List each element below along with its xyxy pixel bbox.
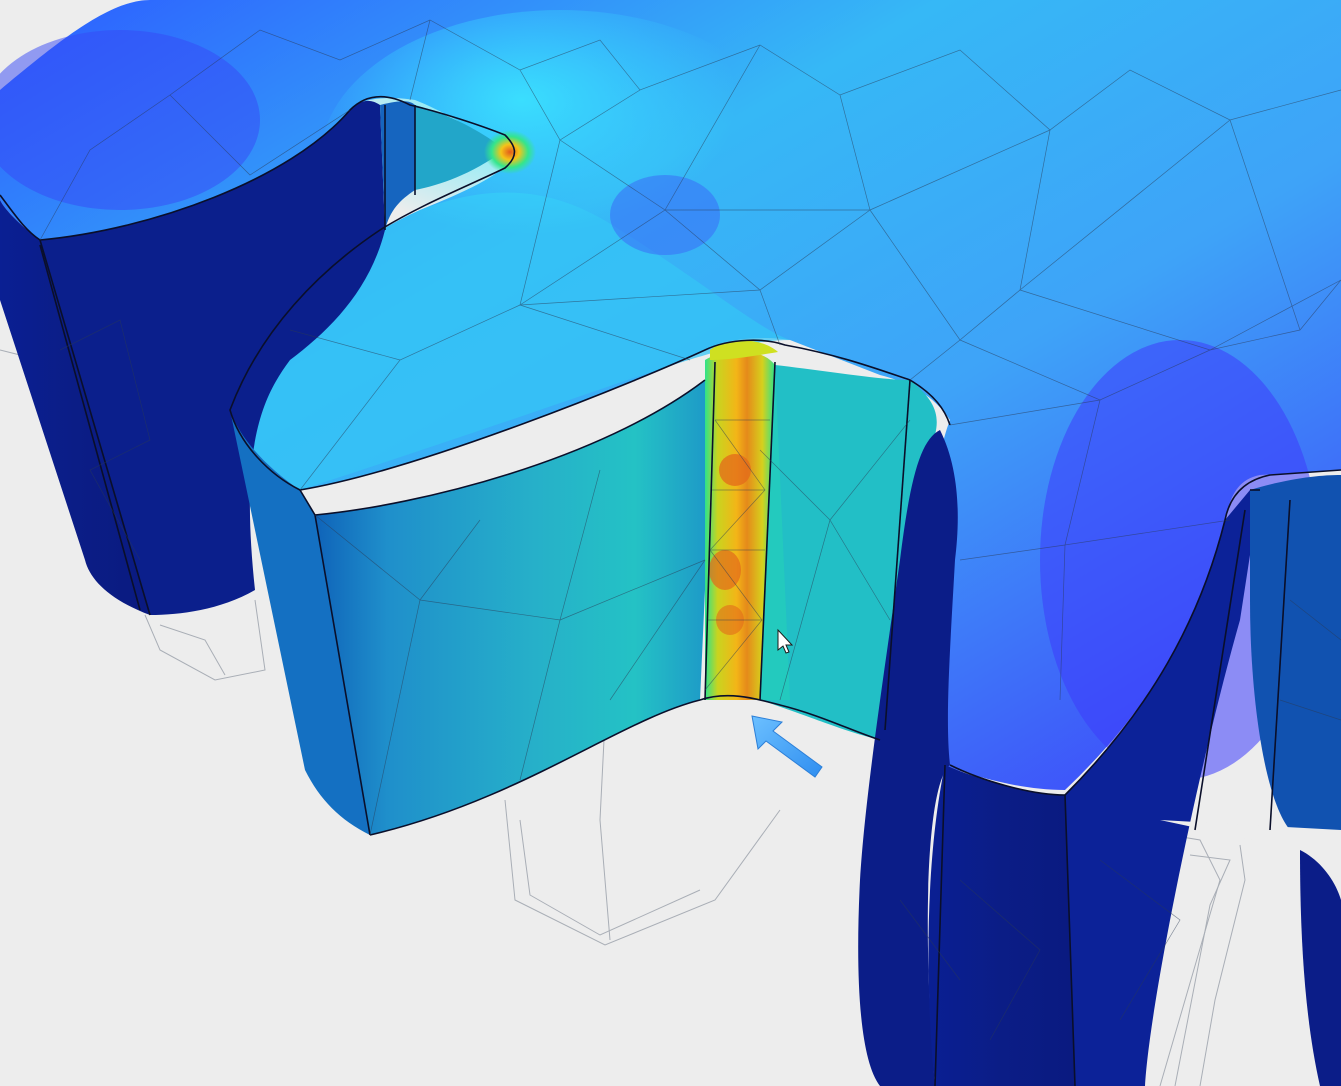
stress-hotspot-fillet [484, 130, 536, 174]
gear-stress-plot [0, 0, 1341, 1086]
fea-viewport[interactable] [0, 0, 1341, 1086]
